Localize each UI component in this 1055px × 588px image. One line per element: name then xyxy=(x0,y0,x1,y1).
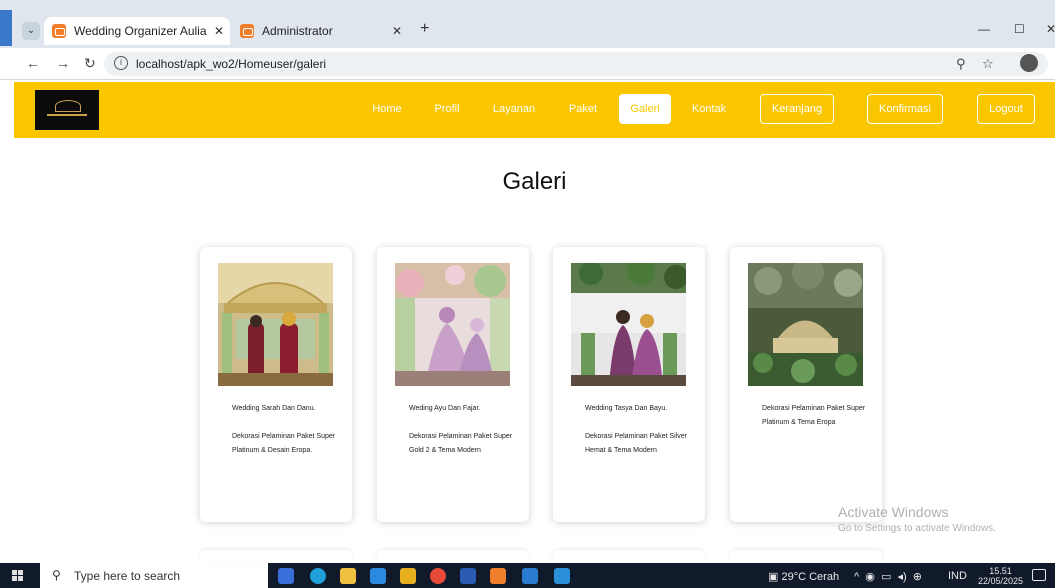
profile-avatar[interactable] xyxy=(1020,54,1038,72)
mail-app-icon[interactable] xyxy=(370,568,386,584)
watermark-title: Activate Windows xyxy=(838,504,949,520)
vscode-app-icon[interactable] xyxy=(522,568,538,584)
nav-profil[interactable]: Profil xyxy=(430,94,464,124)
folder-app-icon[interactable] xyxy=(400,568,416,584)
reload-icon[interactable]: ↻ xyxy=(84,55,96,72)
site-logo[interactable] xyxy=(35,90,99,130)
card-description: Dekorasi Pelaminan Paket Super Gold 2 & … xyxy=(409,433,513,454)
search-icon: ⚲ xyxy=(52,568,61,582)
browser-tabstrip: ⌄ Wedding Organizer Aulia ✕ Administrato… xyxy=(0,0,1055,48)
keranjang-button[interactable]: Keranjang xyxy=(760,94,834,124)
card-title: Wedding Sarah Dan Danu. xyxy=(232,405,316,412)
minimize-icon[interactable]: — xyxy=(978,22,990,36)
watermark-subtitle: Go to Settings to activate Windows. xyxy=(838,523,996,534)
card-caption: Wedding Sarah Dan Danu. Dekorasi Pelamin… xyxy=(232,402,342,458)
card-description: Dekorasi Pelaminan Paket Super Platinum … xyxy=(762,405,866,426)
windows-start-icon[interactable] xyxy=(12,570,24,582)
browser-toolbar: ← → ↻ i localhost/apk_wo2/Homeuser/galer… xyxy=(0,48,1055,80)
weather-widget[interactable]: ▣ 29°C Cerah xyxy=(768,570,839,583)
close-window-icon[interactable]: ✕ xyxy=(1046,22,1055,36)
page-title: Galeri xyxy=(502,168,567,195)
card-caption: Dekorasi Pelaminan Paket Super Platinum … xyxy=(762,402,872,430)
address-bar[interactable]: i localhost/apk_wo2/Homeuser/galeri ⚲ ☆ xyxy=(104,52,1048,76)
xampp-favicon-icon xyxy=(240,24,254,38)
gallery-photo[interactable] xyxy=(218,263,333,386)
zoom-icon[interactable]: ⚲ xyxy=(956,56,966,72)
card-caption: Wedding Tasya Dan Bayu. Dekorasi Pelamin… xyxy=(585,402,695,458)
gallery-card[interactable]: Wedding Tasya Dan Bayu. Dekorasi Pelamin… xyxy=(553,247,705,522)
tab-title: Wedding Organizer Aulia xyxy=(74,24,207,38)
photos-app-icon[interactable] xyxy=(554,568,570,584)
nav-layanan[interactable]: Layanan xyxy=(486,94,542,124)
tab-administrator[interactable]: Administrator ✕ xyxy=(232,17,412,45)
weather-icon: ▣ xyxy=(768,571,779,583)
notification-icon[interactable] xyxy=(1032,569,1046,581)
gallery-photo[interactable] xyxy=(748,263,863,386)
windows-taskbar: ⚲ Type here to search ▣ 29°C Cerah ^ ◉ ▭… xyxy=(0,563,1055,588)
gallery-card[interactable]: Wedding Sarah Dan Danu. Dekorasi Pelamin… xyxy=(200,247,352,522)
activate-windows-watermark: Activate Windows Go to Settings to activ… xyxy=(838,504,996,534)
xampp-favicon-icon xyxy=(52,24,66,38)
url-text: localhost/apk_wo2/Homeuser/galeri xyxy=(136,57,327,71)
gallery-card[interactable]: Dekorasi Pelaminan Paket Super Platinum … xyxy=(730,247,882,522)
gallery-photo[interactable] xyxy=(571,263,686,386)
edge-app-icon[interactable] xyxy=(310,568,326,584)
chrome-app-icon[interactable] xyxy=(430,568,446,584)
new-tab-icon[interactable]: + xyxy=(420,20,429,38)
konfirmasi-button[interactable]: Konfirmasi xyxy=(867,94,943,124)
window-edge xyxy=(0,10,12,46)
tab-title: Administrator xyxy=(262,24,333,38)
taskbar-search-box[interactable]: ⚲ Type here to search xyxy=(40,563,268,588)
language-indicator[interactable]: IND xyxy=(948,570,967,582)
clock-time: 15.51 xyxy=(989,566,1012,576)
word-app-icon[interactable] xyxy=(460,568,476,584)
gallery-card[interactable] xyxy=(200,550,352,562)
gallery-card[interactable]: Weding Ayu Dan Fajar. Dekorasi Pelaminan… xyxy=(377,247,529,522)
logout-button[interactable]: Logout xyxy=(977,94,1035,124)
card-title: Wedding Tasya Dan Bayu. xyxy=(585,405,668,412)
gallery-card[interactable] xyxy=(377,550,529,562)
widgets-app-icon[interactable] xyxy=(278,568,294,584)
maximize-icon[interactable]: ☐ xyxy=(1014,22,1025,36)
tab-wedding-organizer[interactable]: Wedding Organizer Aulia ✕ xyxy=(44,17,230,45)
close-icon[interactable]: ✕ xyxy=(386,24,408,38)
search-placeholder: Type here to search xyxy=(74,569,181,583)
back-icon[interactable]: ← xyxy=(26,55,40,71)
site-info-icon[interactable]: i xyxy=(114,56,128,70)
weather-text: 29°C Cerah xyxy=(781,571,840,583)
close-icon[interactable]: ✕ xyxy=(208,24,230,38)
system-tray-icons[interactable]: ^ ◉ ▭ ◂) ⊕ xyxy=(854,570,922,583)
nav-galeri[interactable]: Galeri xyxy=(619,94,671,124)
card-description: Dekorasi Pelaminan Paket Super Platinum … xyxy=(232,433,336,454)
clock-date: 22/05/2025 xyxy=(978,576,1024,586)
site-header: Home Profil Layanan Paket Galeri Kontak … xyxy=(14,82,1055,138)
file-explorer-icon[interactable] xyxy=(340,568,356,584)
nav-home[interactable]: Home xyxy=(367,94,407,124)
nav-kontak[interactable]: Kontak xyxy=(689,94,729,124)
gallery-card[interactable] xyxy=(553,550,705,562)
nav-paket[interactable]: Paket xyxy=(565,94,601,124)
card-description: Dekorasi Pelaminan Paket Silver Hemat & … xyxy=(585,433,687,454)
star-icon[interactable]: ☆ xyxy=(982,56,994,72)
tab-search-icon[interactable]: ⌄ xyxy=(22,22,40,40)
gallery-card[interactable] xyxy=(730,550,882,562)
xampp-app-icon[interactable] xyxy=(490,568,506,584)
gallery-photo[interactable] xyxy=(395,263,510,386)
taskbar-clock[interactable]: 15.51 22/05/2025 xyxy=(978,566,1023,586)
card-title: Weding Ayu Dan Fajar. xyxy=(409,405,481,412)
card-caption: Weding Ayu Dan Fajar. Dekorasi Pelaminan… xyxy=(409,402,519,458)
forward-icon[interactable]: → xyxy=(56,55,70,71)
